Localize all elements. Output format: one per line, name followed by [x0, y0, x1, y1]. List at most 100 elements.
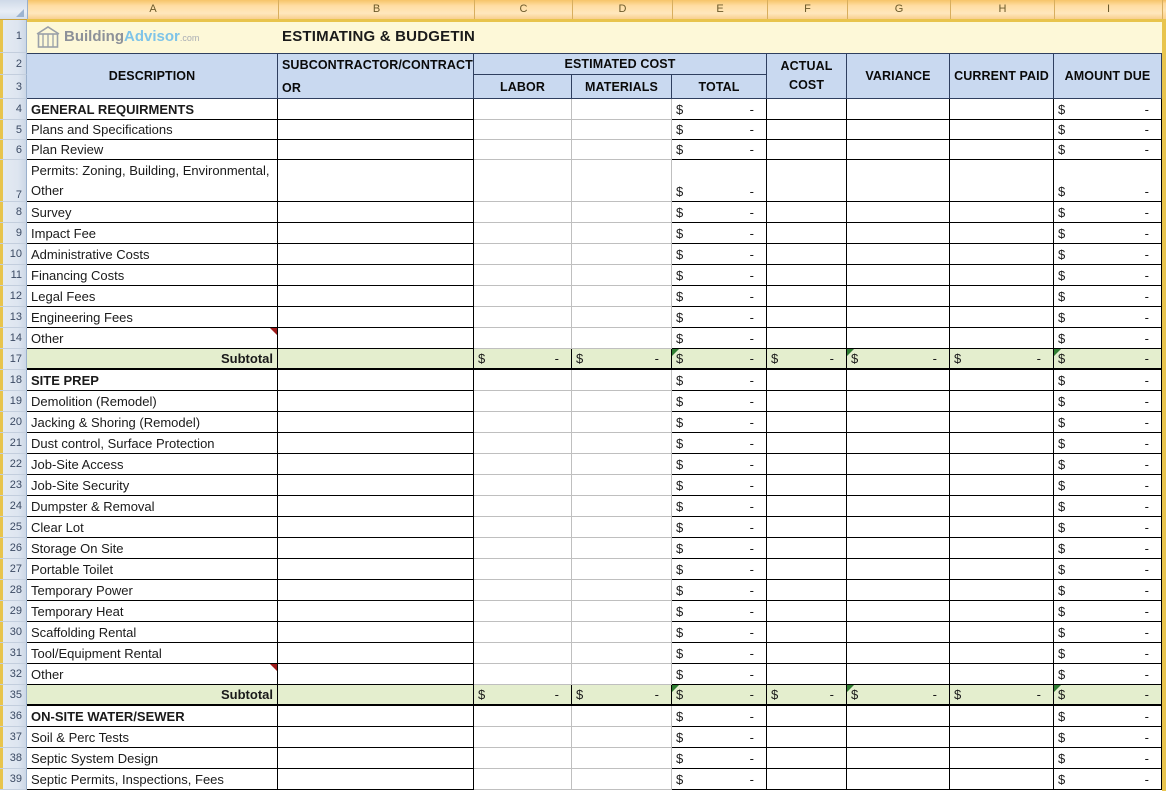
cell-D-materials[interactable]: [572, 120, 672, 140]
subtotal-cell-G[interactable]: $-: [847, 349, 950, 370]
cell-D-materials[interactable]: [572, 706, 672, 727]
cell-G-variance[interactable]: [847, 370, 950, 391]
row-header-38[interactable]: 38: [0, 748, 27, 769]
header-total[interactable]: TOTAL: [672, 75, 767, 99]
row-header-29[interactable]: 29: [0, 601, 27, 622]
column-header-c[interactable]: C: [475, 0, 573, 19]
cell-G-variance[interactable]: [847, 559, 950, 580]
cell-E-amount[interactable]: $-: [672, 265, 767, 286]
cell-D-materials[interactable]: [572, 202, 672, 223]
cell-H-current-paid[interactable]: [950, 475, 1054, 496]
cell-H-current-paid[interactable]: [950, 769, 1054, 790]
cell-C-labor[interactable]: [474, 307, 572, 328]
cell-I-amount[interactable]: $-: [1054, 496, 1162, 517]
cell-D-materials[interactable]: [572, 307, 672, 328]
subtotal-label-cell[interactable]: Subtotal: [27, 685, 278, 706]
cell-A-description[interactable]: Permits: Zoning, Building, Environmental…: [27, 160, 278, 202]
cell-H-current-paid[interactable]: [950, 538, 1054, 559]
subtotal-cell-H[interactable]: $-: [950, 685, 1054, 706]
cell-E-amount[interactable]: $-: [672, 307, 767, 328]
cell-E-amount[interactable]: $-: [672, 517, 767, 538]
cell-B-subcontractor[interactable]: [278, 202, 474, 223]
cell-F-actual-cost[interactable]: [767, 580, 847, 601]
row-header-26[interactable]: 26: [0, 538, 27, 559]
column-header-f[interactable]: F: [768, 0, 848, 19]
cell-C-labor[interactable]: [474, 140, 572, 160]
cell-C-labor[interactable]: [474, 412, 572, 433]
cell-B-subcontractor[interactable]: [278, 286, 474, 307]
cell-H-current-paid[interactable]: [950, 601, 1054, 622]
cell-D-materials[interactable]: [572, 496, 672, 517]
cell-F-actual-cost[interactable]: [767, 160, 847, 202]
cell-C-labor[interactable]: [474, 99, 572, 120]
cell-A-description[interactable]: Portable Toilet: [27, 559, 278, 580]
cell-I-amount[interactable]: $-: [1054, 99, 1162, 120]
cell-G-variance[interactable]: [847, 286, 950, 307]
header-amount-due[interactable]: AMOUNT DUE: [1054, 53, 1162, 99]
cell-G-variance[interactable]: [847, 433, 950, 454]
cell-H-current-paid[interactable]: [950, 454, 1054, 475]
cell-H-current-paid[interactable]: [950, 370, 1054, 391]
subtotal-label-cell[interactable]: Subtotal: [27, 349, 278, 370]
cell-B-subcontractor[interactable]: [278, 748, 474, 769]
column-header-e[interactable]: E: [673, 0, 768, 19]
cell-G-variance[interactable]: [847, 454, 950, 475]
cell-A-description[interactable]: Jacking & Shoring (Remodel): [27, 412, 278, 433]
cell-E-amount[interactable]: $-: [672, 286, 767, 307]
cell-I-amount[interactable]: $-: [1054, 223, 1162, 244]
cell-A-description[interactable]: Survey: [27, 202, 278, 223]
cell-B-subcontractor[interactable]: [278, 664, 474, 685]
cell-E-amount[interactable]: $-: [672, 496, 767, 517]
cell-E-amount[interactable]: $-: [672, 328, 767, 349]
cell-F-actual-cost[interactable]: [767, 769, 847, 790]
cell-I-amount[interactable]: $-: [1054, 120, 1162, 140]
cell-F-actual-cost[interactable]: [767, 601, 847, 622]
row-header-27[interactable]: 27: [0, 559, 27, 580]
cell-G-variance[interactable]: [847, 328, 950, 349]
cell-I-amount[interactable]: $-: [1054, 454, 1162, 475]
cell-D-materials[interactable]: [572, 433, 672, 454]
cell-I-amount[interactable]: $-: [1054, 706, 1162, 727]
cell-F-actual-cost[interactable]: [767, 538, 847, 559]
header-current-paid[interactable]: CURRENT PAID: [950, 53, 1054, 99]
cell-C-labor[interactable]: [474, 370, 572, 391]
subtotal-cell-F[interactable]: $-: [767, 349, 847, 370]
cell-F-actual-cost[interactable]: [767, 748, 847, 769]
cell-D-materials[interactable]: [572, 601, 672, 622]
cell-F-actual-cost[interactable]: [767, 496, 847, 517]
cell-A-description[interactable]: Administrative Costs: [27, 244, 278, 265]
column-header-b[interactable]: B: [279, 0, 475, 19]
row-header-25[interactable]: 25: [0, 517, 27, 538]
cell-B-subcontractor[interactable]: [278, 559, 474, 580]
row-header-11[interactable]: 11: [0, 265, 27, 286]
subtotal-cell-D[interactable]: $-: [572, 685, 672, 706]
column-header-h[interactable]: H: [951, 0, 1055, 19]
cell-H-current-paid[interactable]: [950, 622, 1054, 643]
cell-D-materials[interactable]: [572, 517, 672, 538]
cell-D-materials[interactable]: [572, 223, 672, 244]
row-header-14[interactable]: 14: [0, 328, 27, 349]
cell-B-subcontractor[interactable]: [278, 223, 474, 244]
cell-E-amount[interactable]: $-: [672, 706, 767, 727]
cell-D-materials[interactable]: [572, 643, 672, 664]
cell-I-amount[interactable]: $-: [1054, 622, 1162, 643]
cell-H-current-paid[interactable]: [950, 643, 1054, 664]
cell-G-variance[interactable]: [847, 643, 950, 664]
row-header-35[interactable]: 35: [0, 685, 27, 706]
cell-A-description[interactable]: Storage On Site: [27, 538, 278, 559]
cell-I-amount[interactable]: $-: [1054, 140, 1162, 160]
cell-H-current-paid[interactable]: [950, 496, 1054, 517]
cell-D-materials[interactable]: [572, 99, 672, 120]
cell-I-amount[interactable]: $-: [1054, 538, 1162, 559]
cell-A-description[interactable]: Dust control, Surface Protection: [27, 433, 278, 454]
cell-I-amount[interactable]: $-: [1054, 202, 1162, 223]
cell-I1[interactable]: [1054, 20, 1162, 53]
row-header-8[interactable]: 8: [0, 202, 27, 223]
cell-F-actual-cost[interactable]: [767, 727, 847, 748]
cell-D-materials[interactable]: [572, 664, 672, 685]
cell-C-labor[interactable]: [474, 748, 572, 769]
cell-I-amount[interactable]: $-: [1054, 580, 1162, 601]
cell-I-amount[interactable]: $-: [1054, 643, 1162, 664]
cell-A-description[interactable]: Impact Fee: [27, 223, 278, 244]
cell-A-description[interactable]: Soil & Perc Tests: [27, 727, 278, 748]
